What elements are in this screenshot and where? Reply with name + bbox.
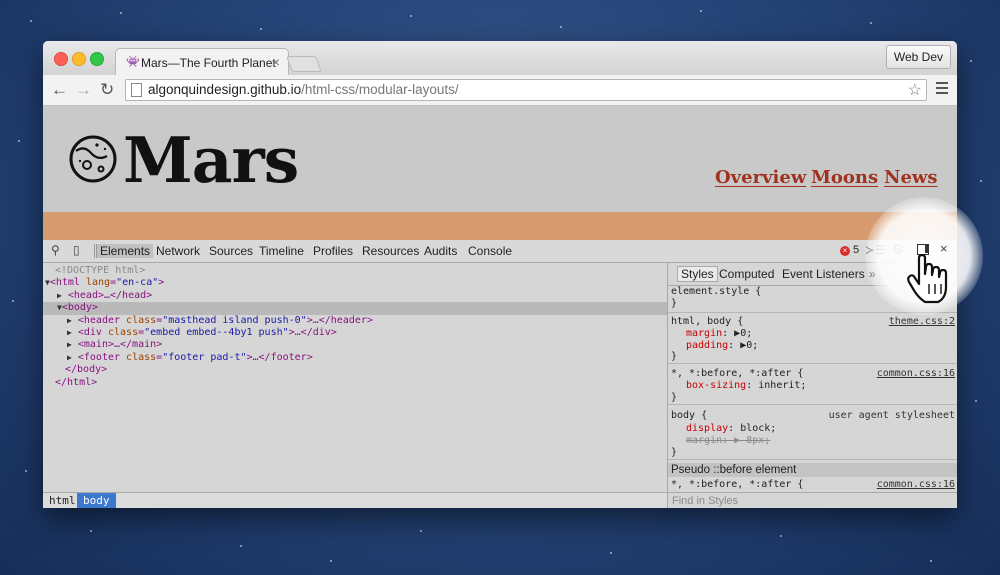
- tab-timeline[interactable]: Timeline: [259, 244, 304, 258]
- minimize-window-button[interactable]: [72, 52, 86, 66]
- tab-title: Mars—The Fourth Planet: [141, 56, 276, 70]
- dom-node[interactable]: </body>: [43, 364, 689, 376]
- search-icon[interactable]: ⚲: [51, 243, 60, 257]
- tab-event-listeners[interactable]: Event Listeners: [782, 267, 865, 281]
- style-rule-universal[interactable]: *, *:before, *:after { common.css:16 box…: [668, 364, 957, 405]
- page-icon: [131, 83, 142, 97]
- find-in-styles-input[interactable]: Find in Styles: [668, 492, 957, 508]
- pseudo-element-heading: Pseudo ::before element: [668, 463, 957, 477]
- address-bar[interactable]: algonquindesign.github.io/html-css/modul…: [125, 79, 927, 101]
- tab-network[interactable]: Network: [156, 244, 200, 258]
- dom-node[interactable]: ▶ <header class="masthead island push-0"…: [43, 315, 691, 327]
- tab-styles[interactable]: Styles: [677, 266, 718, 282]
- forward-arrow-icon[interactable]: →: [75, 80, 92, 100]
- dom-node[interactable]: ▶ <div class="embed embed--4by1 push">…<…: [43, 327, 691, 339]
- nav-link-moons[interactable]: Moons: [811, 167, 878, 188]
- tab-sources[interactable]: Sources: [209, 244, 253, 258]
- style-rule-body-ua[interactable]: body { user agent stylesheet display: bl…: [668, 405, 957, 460]
- menu-hamburger-icon[interactable]: [936, 82, 948, 97]
- tab-audits[interactable]: Audits: [424, 244, 457, 258]
- mars-planet-icon: [69, 135, 117, 183]
- breadcrumb-body[interactable]: body: [77, 493, 116, 508]
- source-link[interactable]: common.css:16: [877, 368, 955, 379]
- dom-node[interactable]: <!DOCTYPE html>: [43, 265, 679, 277]
- profile-button[interactable]: Web Dev: [885, 45, 951, 69]
- tab-close-icon[interactable]: ×: [272, 54, 280, 70]
- browser-window: 👾 Mars—The Fourth Planet × Web Dev ← → ↻…: [43, 41, 957, 508]
- tab-console[interactable]: Console: [468, 244, 512, 258]
- embed-band: [43, 212, 957, 240]
- bookmark-star-icon[interactable]: ☆: [908, 80, 922, 100]
- style-rule-pseudo[interactable]: *, *:before, *:after { common.css:16: [668, 478, 957, 491]
- error-count-badge[interactable]: × 5: [840, 244, 859, 256]
- dom-node[interactable]: ▶ <head>…</head>: [43, 290, 681, 302]
- dom-node[interactable]: ▼<html lang="en-ca">: [43, 277, 669, 289]
- url-text: algonquindesign.github.io/html-css/modul…: [148, 82, 459, 97]
- browser-tab[interactable]: 👾 Mars—The Fourth Planet ×: [115, 48, 289, 76]
- dom-node[interactable]: ▶ <main>…</main>: [43, 339, 691, 351]
- masthead: Mars Overview Moons News: [43, 106, 957, 212]
- breadcrumb: html body: [43, 492, 667, 508]
- device-mode-icon[interactable]: ▯: [73, 243, 80, 257]
- hand-cursor-icon: [907, 254, 948, 304]
- title-bar: 👾 Mars—The Fourth Planet × Web Dev: [43, 41, 957, 76]
- source-link[interactable]: theme.css:2: [889, 316, 955, 327]
- breadcrumb-html[interactable]: html: [43, 493, 82, 508]
- source-link[interactable]: common.css:16: [877, 479, 955, 490]
- browser-toolbar: ← → ↻ algonquindesign.github.io/html-css…: [43, 75, 957, 106]
- reload-icon[interactable]: ↻: [100, 80, 114, 100]
- close-window-button[interactable]: [54, 52, 68, 66]
- devtools-panel: ⚲ ▯ Elements Network Sources Timeline Pr…: [43, 240, 957, 508]
- dom-node-selected[interactable]: ▼<body>: [43, 302, 681, 315]
- source-label: user agent stylesheet: [828, 410, 955, 421]
- nav-link-news[interactable]: News: [884, 167, 938, 188]
- site-brand: Mars: [123, 123, 299, 197]
- tab-profiles[interactable]: Profiles: [313, 244, 353, 258]
- devtools-toolbar: ⚲ ▯ Elements Network Sources Timeline Pr…: [43, 240, 957, 263]
- new-tab-button[interactable]: [286, 56, 322, 72]
- style-rule-html-body[interactable]: html, body { theme.css:2 margin: ▶0; pad…: [668, 313, 957, 364]
- dom-node[interactable]: </html>: [43, 377, 679, 389]
- maximize-window-button[interactable]: [90, 52, 104, 66]
- dom-node[interactable]: ▶ <footer class="footer pad-t">…</footer…: [43, 352, 691, 364]
- tab-computed[interactable]: Computed: [719, 267, 774, 281]
- tab-resources[interactable]: Resources: [362, 244, 419, 258]
- elements-tree: <!DOCTYPE html> ▼<html lang="en-ca"> ▶ <…: [43, 263, 681, 508]
- nav-link-overview[interactable]: Overview: [715, 167, 806, 188]
- alien-icon: 👾: [126, 56, 140, 68]
- tab-elements[interactable]: Elements: [96, 244, 154, 258]
- page-viewport: Mars Overview Moons News: [43, 106, 957, 240]
- back-arrow-icon[interactable]: ←: [51, 80, 68, 100]
- error-icon: ×: [840, 246, 850, 256]
